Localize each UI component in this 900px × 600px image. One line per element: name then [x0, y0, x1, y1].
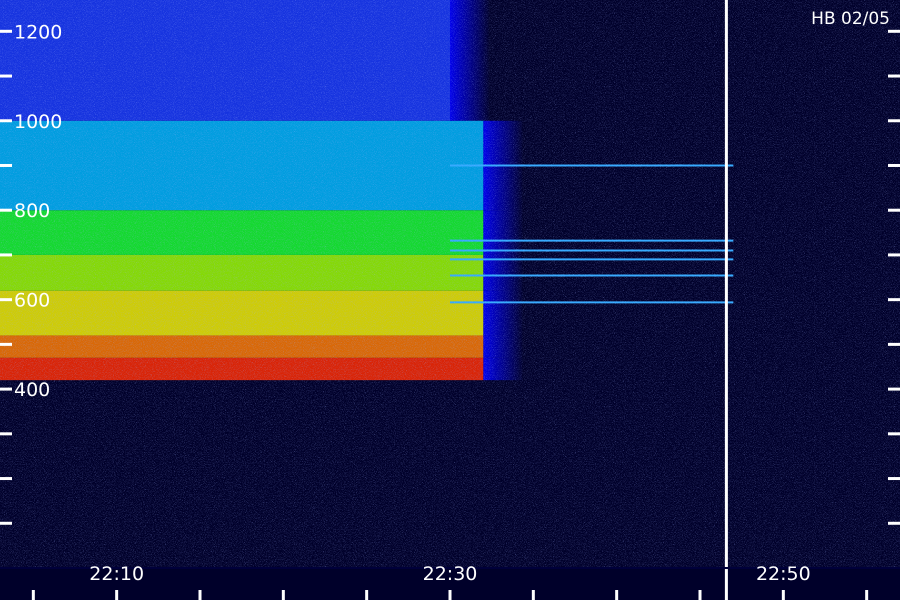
station-date-label: HB 02/05 [811, 9, 890, 29]
y-tick-label-800: 800 [14, 200, 50, 222]
spectrogram-chart: 400 600 800 1000 1200 22:10 22:30 22:50 HB 02/… [0, 0, 900, 600]
y-tick-label-1000: 1000 [14, 111, 62, 133]
x-tick-label-22:50: 22:50 [756, 563, 811, 585]
y-tick-label-1200: 1200 [14, 21, 62, 43]
y-tick-label-600: 600 [14, 290, 50, 312]
x-tick-label-22:10: 22:10 [89, 563, 144, 585]
y-tick-label-400: 400 [14, 379, 50, 401]
x-tick-label-22:30: 22:30 [423, 563, 478, 585]
noise-overlay [0, 0, 900, 568]
